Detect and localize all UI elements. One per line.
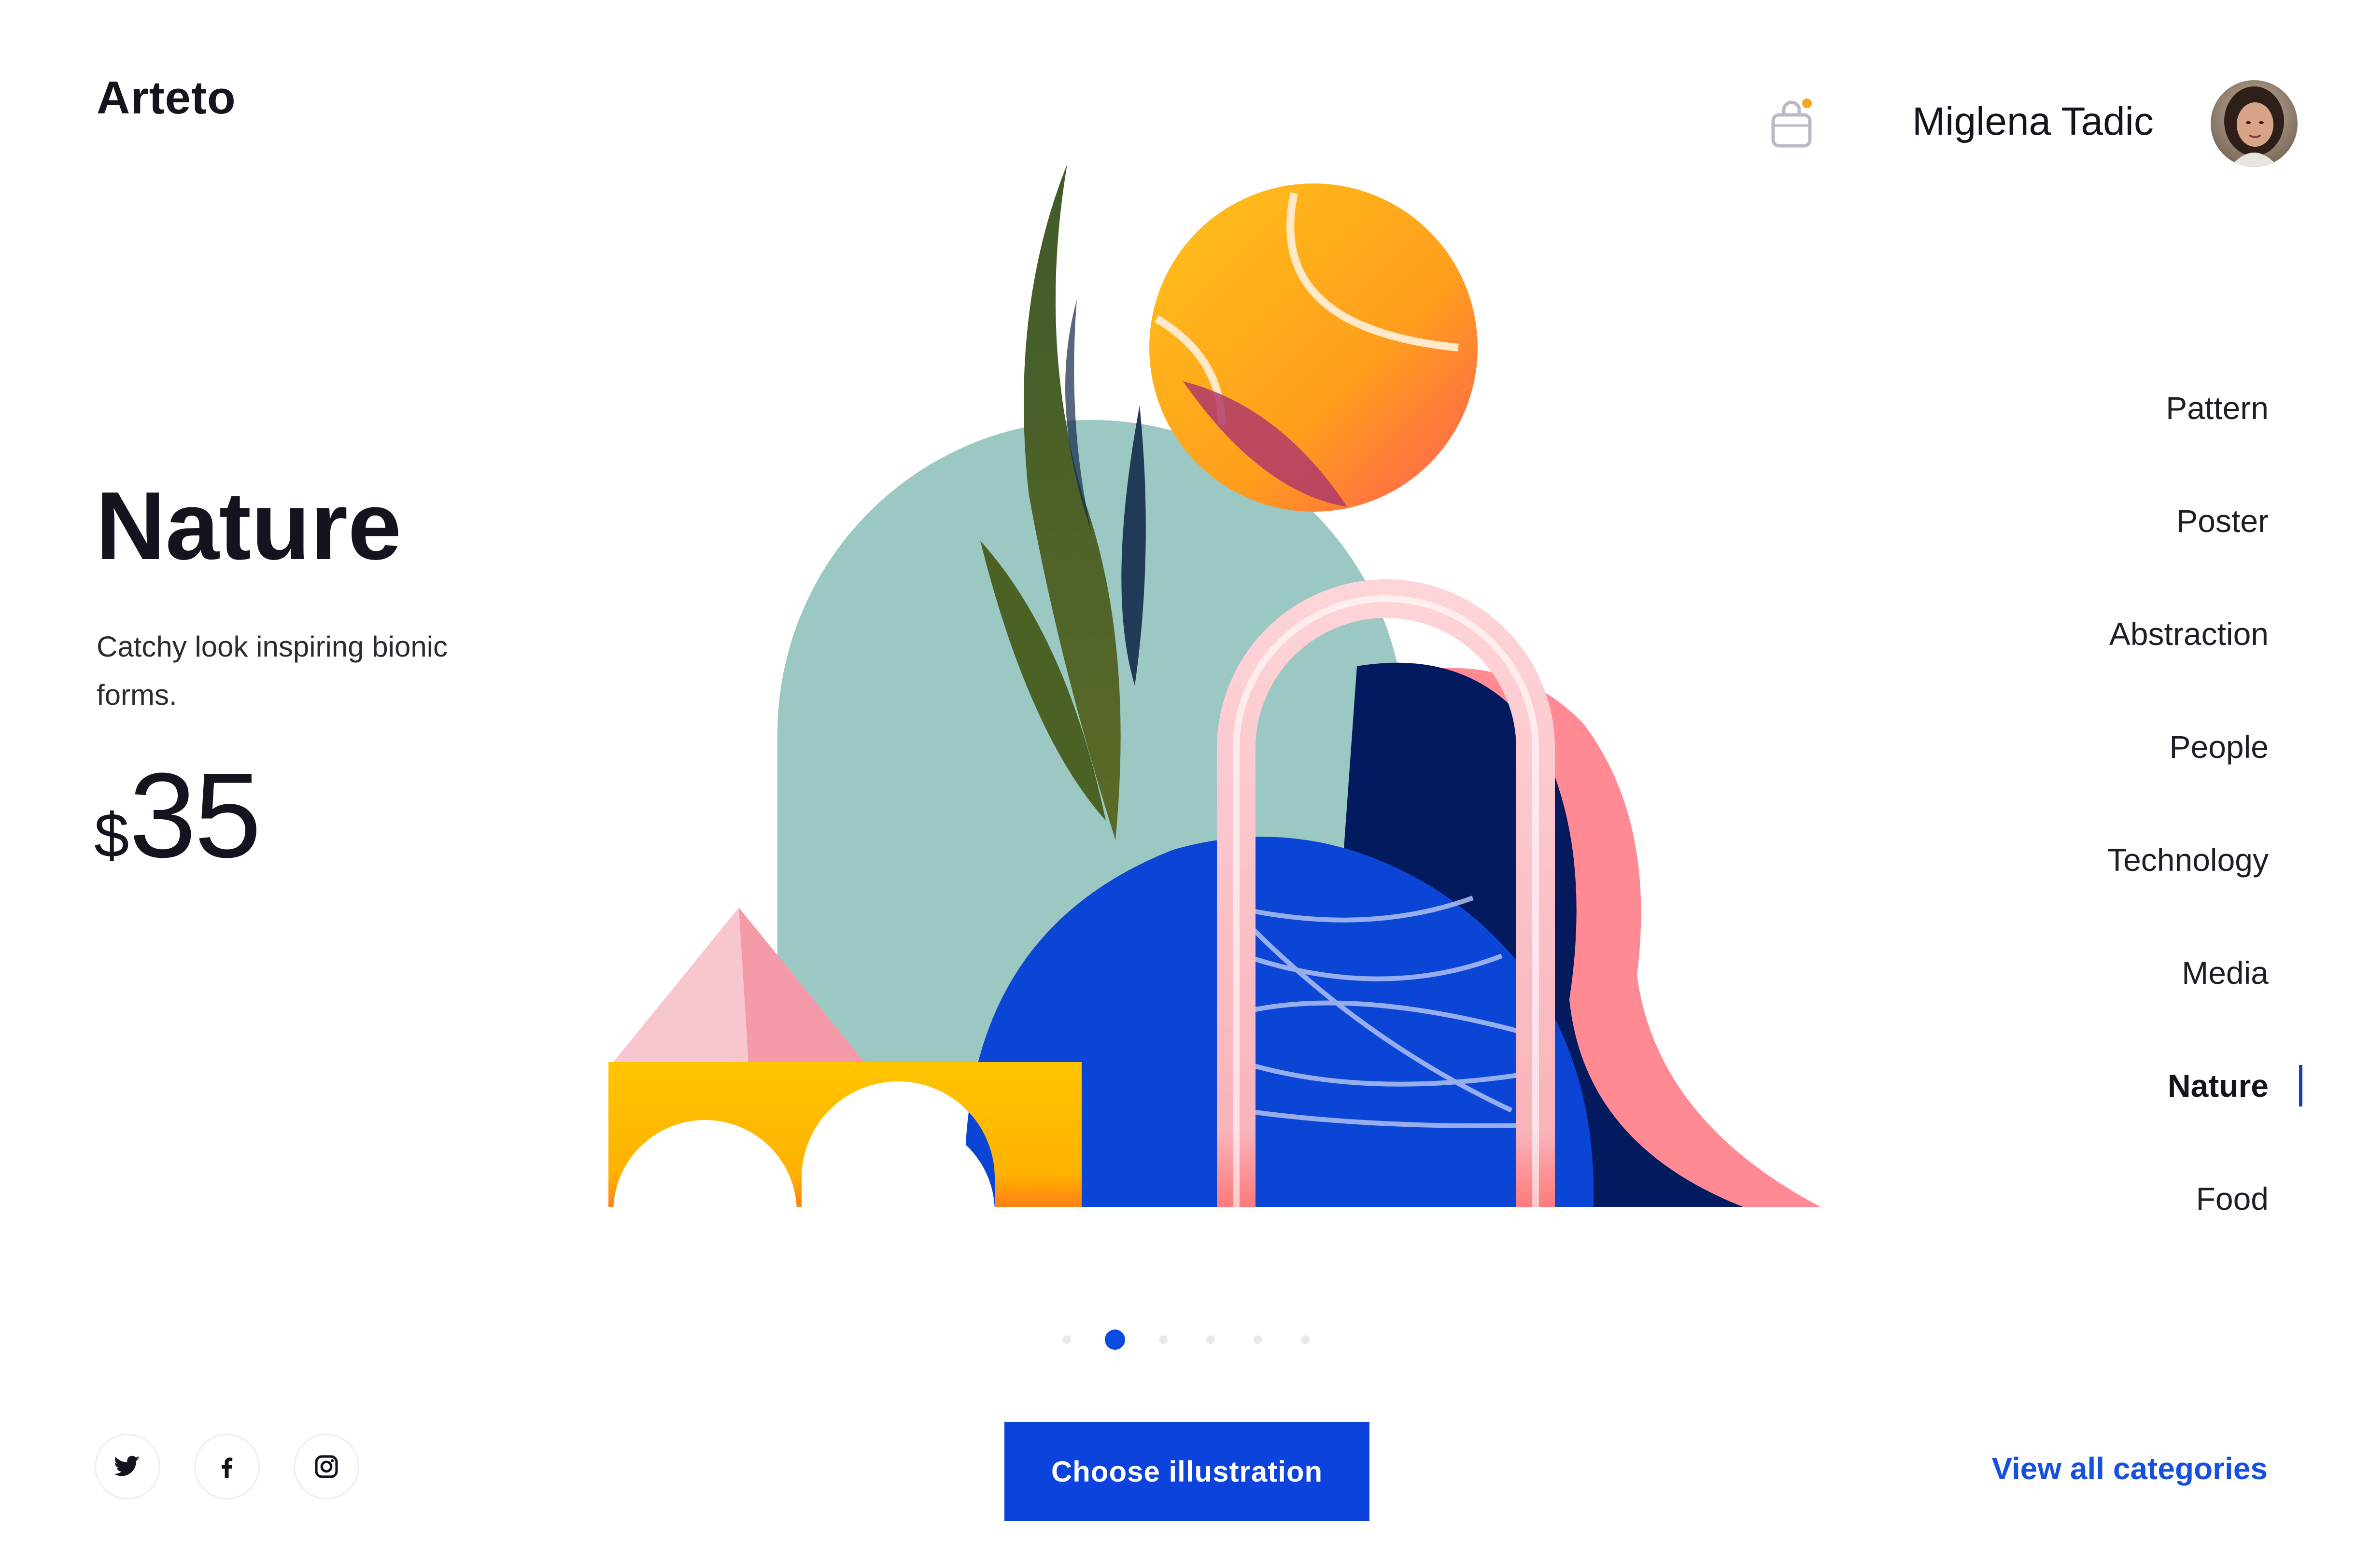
- instagram-button[interactable]: [294, 1434, 359, 1499]
- category-label: Media: [2182, 955, 2269, 991]
- category-label: Food: [2196, 1181, 2269, 1217]
- shopping-bag-icon[interactable]: [1767, 97, 1816, 150]
- active-indicator: [2299, 1065, 2302, 1106]
- carousel-dot-active[interactable]: [1105, 1330, 1125, 1350]
- carousel-dot[interactable]: [1254, 1335, 1262, 1344]
- social-links: [95, 1434, 393, 1499]
- category-label: People: [2169, 729, 2269, 765]
- category-label: Nature: [2167, 1068, 2269, 1104]
- price: $35: [94, 746, 261, 884]
- facebook-button[interactable]: [194, 1434, 260, 1499]
- category-item-abstraction[interactable]: Abstraction: [1834, 607, 2269, 720]
- view-all-categories-link[interactable]: View all categories: [1991, 1451, 2268, 1486]
- hero-illustration: [594, 164, 1825, 1265]
- category-item-nature[interactable]: Nature: [1834, 1059, 2302, 1172]
- twitter-icon: [114, 1456, 140, 1476]
- choose-illustration-button[interactable]: Choose illustration: [1004, 1422, 1369, 1521]
- category-list: Pattern Poster Abstraction People Techno…: [1834, 381, 2302, 1285]
- user-name[interactable]: Miglena Tadic: [1912, 99, 2154, 144]
- price-currency: $: [94, 800, 129, 870]
- category-item-media[interactable]: Media: [1834, 946, 2269, 1059]
- twitter-button[interactable]: [95, 1434, 160, 1499]
- category-item-pattern[interactable]: Pattern: [1834, 381, 2269, 494]
- page: Arteto Miglena Tadic Nature Catchy look …: [0, 0, 2370, 1568]
- carousel-dot[interactable]: [1301, 1335, 1310, 1344]
- instagram-icon: [315, 1455, 338, 1478]
- hero-description: Catchy look inspiring bionic forms.: [97, 630, 448, 711]
- category-item-food[interactable]: Food: [1834, 1172, 2269, 1285]
- facebook-icon: [222, 1457, 233, 1478]
- price-value: 35: [129, 748, 261, 882]
- carousel-dot[interactable]: [1159, 1335, 1168, 1344]
- page-title: Nature: [96, 472, 402, 580]
- carousel-dot[interactable]: [1062, 1335, 1071, 1344]
- avatar[interactable]: [2211, 80, 2298, 167]
- category-label: Poster: [2176, 503, 2269, 539]
- category-item-people[interactable]: People: [1834, 720, 2269, 833]
- carousel-dots: [1062, 1325, 1348, 1354]
- category-label: Abstraction: [2109, 616, 2269, 652]
- category-label: Pattern: [2166, 390, 2269, 426]
- category-label: Technology: [2107, 842, 2269, 878]
- carousel-dot[interactable]: [1206, 1335, 1215, 1344]
- brand-logo[interactable]: Arteto: [97, 71, 236, 125]
- category-item-technology[interactable]: Technology: [1834, 833, 2269, 946]
- category-item-poster[interactable]: Poster: [1834, 494, 2269, 607]
